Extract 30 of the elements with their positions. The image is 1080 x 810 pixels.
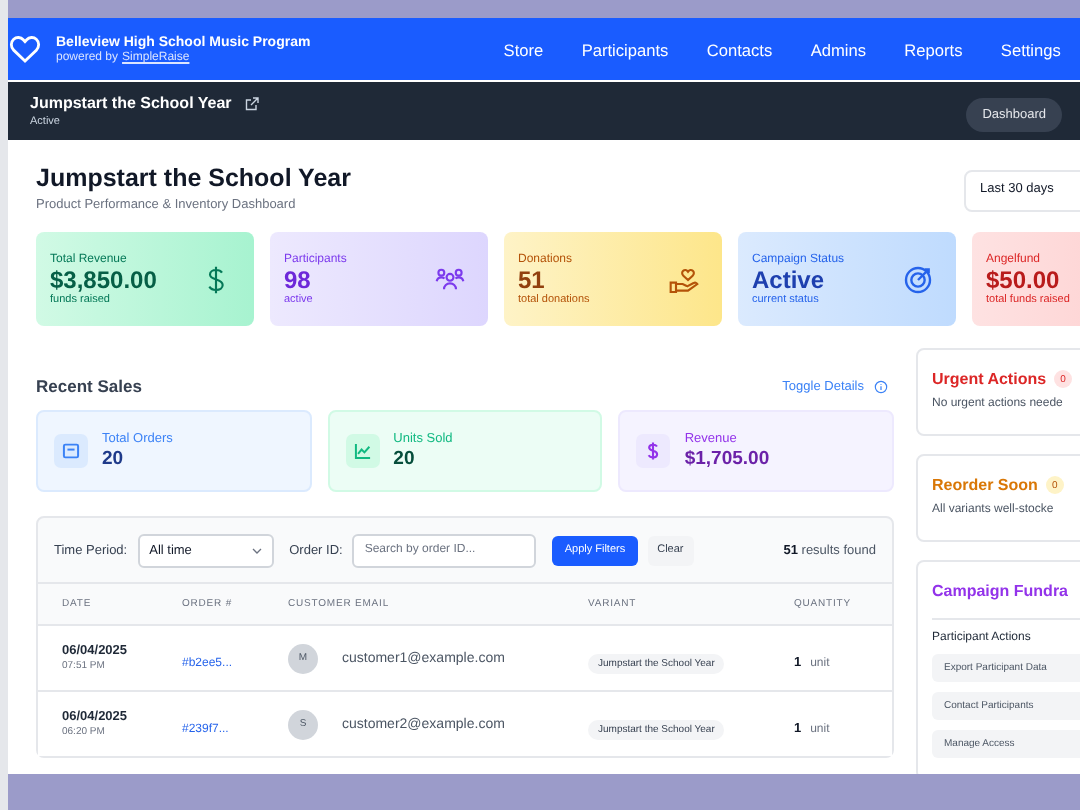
page-title: Jumpstart the School Year — [36, 164, 351, 192]
nav-link[interactable]: Contacts — [687, 39, 792, 59]
summary-value: 20 — [102, 448, 126, 470]
stat-value: Active — [752, 265, 827, 293]
nav-link[interactable]: Settings — [981, 39, 1080, 59]
card-title: Urgent Actions — [932, 370, 1047, 388]
nav-link[interactable]: Participants — [562, 39, 688, 59]
chevron-down-icon — [251, 547, 262, 553]
dollar-icon — [636, 434, 671, 468]
stat-value: 98 — [284, 265, 313, 293]
card-title: Campaign Fundra — [932, 582, 1069, 600]
stat-value: $3,850.00 — [50, 265, 157, 293]
target-icon — [902, 263, 934, 295]
section-title: Recent Sales — [36, 376, 142, 396]
nav-link[interactable]: Admins — [791, 39, 886, 59]
chart-icon — [345, 434, 380, 468]
heart-icon — [8, 32, 42, 66]
stat-value: 51 — [518, 265, 547, 293]
stat-value: $50.00 — [986, 265, 1062, 293]
campaign-title: Jumpstart the School Year — [30, 94, 232, 112]
hand-heart-icon — [668, 263, 700, 295]
people-icon — [434, 263, 466, 295]
summary-value: $1,705.00 — [684, 448, 770, 470]
summary-value: 20 — [393, 448, 417, 470]
external-link-icon[interactable] — [243, 95, 260, 111]
receipt-icon — [54, 434, 88, 468]
card-title: Reorder Soon — [932, 476, 1038, 494]
nav-link[interactable]: Reports — [885, 39, 982, 59]
nav-link[interactable]: Store — [484, 39, 563, 59]
info-icon — [874, 379, 888, 393]
